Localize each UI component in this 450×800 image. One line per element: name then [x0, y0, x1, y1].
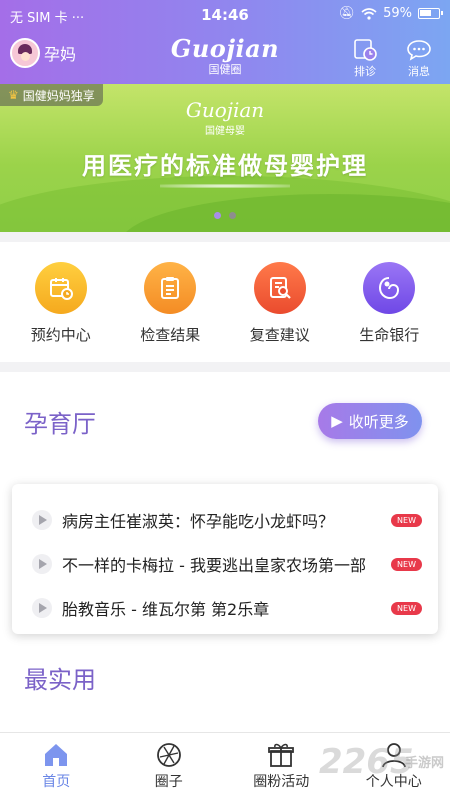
status-icons: 🔕︎ 59% — [338, 6, 443, 21]
mute-icon: 🔕︎ — [338, 6, 356, 21]
audio-title: 病房主任崔淑英：怀孕能吃小龙虾吗？ — [62, 512, 335, 531]
status-bar: 无 SIM 卡 ··· 14:46 🔕︎ 59% — [0, 0, 450, 30]
banner-logo-script: Guojian — [185, 98, 265, 122]
nav-label: 圈粉活动 — [253, 774, 310, 790]
quick-item-label: 预约中心 — [30, 326, 91, 344]
baby-icon — [363, 262, 416, 314]
chat-bubble-icon — [407, 40, 431, 61]
clock-calendar-icon — [354, 39, 377, 61]
section-title-useful: 最实用 — [24, 666, 96, 694]
carousel-dot[interactable] — [214, 212, 221, 219]
nav-circle[interactable]: 圈子 — [113, 733, 226, 800]
banner-logo: Guojian 国健母婴 — [0, 98, 450, 137]
schedule-label: 排诊 — [354, 65, 376, 78]
carousel-dots — [0, 212, 450, 219]
messages-label: 消息 — [408, 65, 430, 78]
battery-percent: 59% — [383, 6, 412, 21]
quick-item-results[interactable]: 检查结果 — [120, 262, 220, 362]
quick-item-followup[interactable]: 复查建议 — [230, 262, 330, 362]
audio-title: 不一样的卡梅拉 - 我要逃出皇家农场第一部 — [62, 556, 366, 575]
banner-logo-subtitle: 国健母婴 — [205, 126, 245, 137]
divider — [0, 362, 450, 372]
app-bar: 孕妈 Guojian 国健圈 排诊 消息 — [0, 30, 450, 84]
carousel-dot[interactable] — [229, 212, 236, 219]
watermark: 2265 手游网 — [319, 742, 444, 782]
calendar-clock-icon — [34, 262, 87, 314]
audio-title: 胎教音乐 - 维瓦尔第 第2乐章 — [62, 600, 270, 619]
play-circle-icon[interactable] — [32, 510, 52, 530]
banner-shine — [160, 184, 290, 188]
audio-list-item[interactable]: 胎教音乐 - 维瓦尔第 第2乐章 NEW — [12, 586, 438, 630]
nav-label: 圈子 — [154, 774, 183, 790]
quick-item-label: 检查结果 — [140, 326, 201, 344]
wifi-icon — [361, 7, 377, 20]
home-icon — [45, 744, 68, 766]
watermark-text: 2265 — [318, 742, 414, 782]
header-actions: 排诊 消息 — [348, 38, 436, 79]
banner-headline: 用医疗的标准做母婴护理 — [82, 152, 368, 180]
nav-label: 首页 — [42, 774, 71, 790]
audio-list-card: 病房主任崔淑英：怀孕能吃小龙虾吗？ NEW 不一样的卡梅拉 - 我要逃出皇家农场… — [12, 484, 438, 634]
quick-item-label: 复查建议 — [249, 326, 310, 344]
watermark-sub: 手游网 — [404, 756, 444, 771]
new-badge: NEW — [391, 601, 422, 615]
clipboard-icon — [144, 262, 197, 314]
audio-list-item[interactable]: 病房主任崔淑英：怀孕能吃小龙虾吗？ NEW — [12, 498, 438, 542]
section-title-audio: 孕育厅 — [24, 410, 96, 438]
play-circle-icon[interactable] — [32, 554, 52, 574]
gift-icon — [268, 743, 295, 767]
messages-button[interactable]: 消息 — [402, 38, 436, 79]
search-report-icon — [253, 262, 306, 314]
top-header: 无 SIM 卡 ··· 14:46 🔕︎ 59% 孕妈 Guojian 国健圈 … — [0, 0, 450, 84]
new-badge: NEW — [391, 557, 422, 571]
new-badge: NEW — [391, 513, 422, 527]
schedule-button[interactable]: 排诊 — [348, 38, 382, 79]
divider — [0, 232, 450, 242]
listen-more-button[interactable]: ▶ 收听更多 — [318, 403, 422, 439]
listen-more-label: 收听更多 — [348, 412, 409, 431]
quick-item-lifebank[interactable]: 生命银行 — [339, 262, 439, 362]
quick-entries: 预约中心 检查结果 复查建议 生命银行 — [0, 242, 450, 362]
promo-banner[interactable]: ♛ 国健妈妈独享 Guojian 国健母婴 用医疗的标准做母婴护理 — [0, 84, 450, 232]
nav-home[interactable]: 首页 — [0, 733, 113, 800]
audio-list-item[interactable]: 不一样的卡梅拉 - 我要逃出皇家农场第一部 NEW — [12, 542, 438, 586]
play-circle-icon[interactable] — [32, 598, 52, 618]
play-icon: ▶ — [331, 412, 343, 430]
quick-item-appointment[interactable]: 预约中心 — [11, 262, 111, 362]
quick-item-label: 生命银行 — [359, 326, 420, 344]
battery-icon — [418, 8, 443, 19]
app-screen: 无 SIM 卡 ··· 14:46 🔕︎ 59% 孕妈 Guojian 国健圈 … — [0, 0, 450, 800]
aperture-icon — [156, 743, 181, 767]
